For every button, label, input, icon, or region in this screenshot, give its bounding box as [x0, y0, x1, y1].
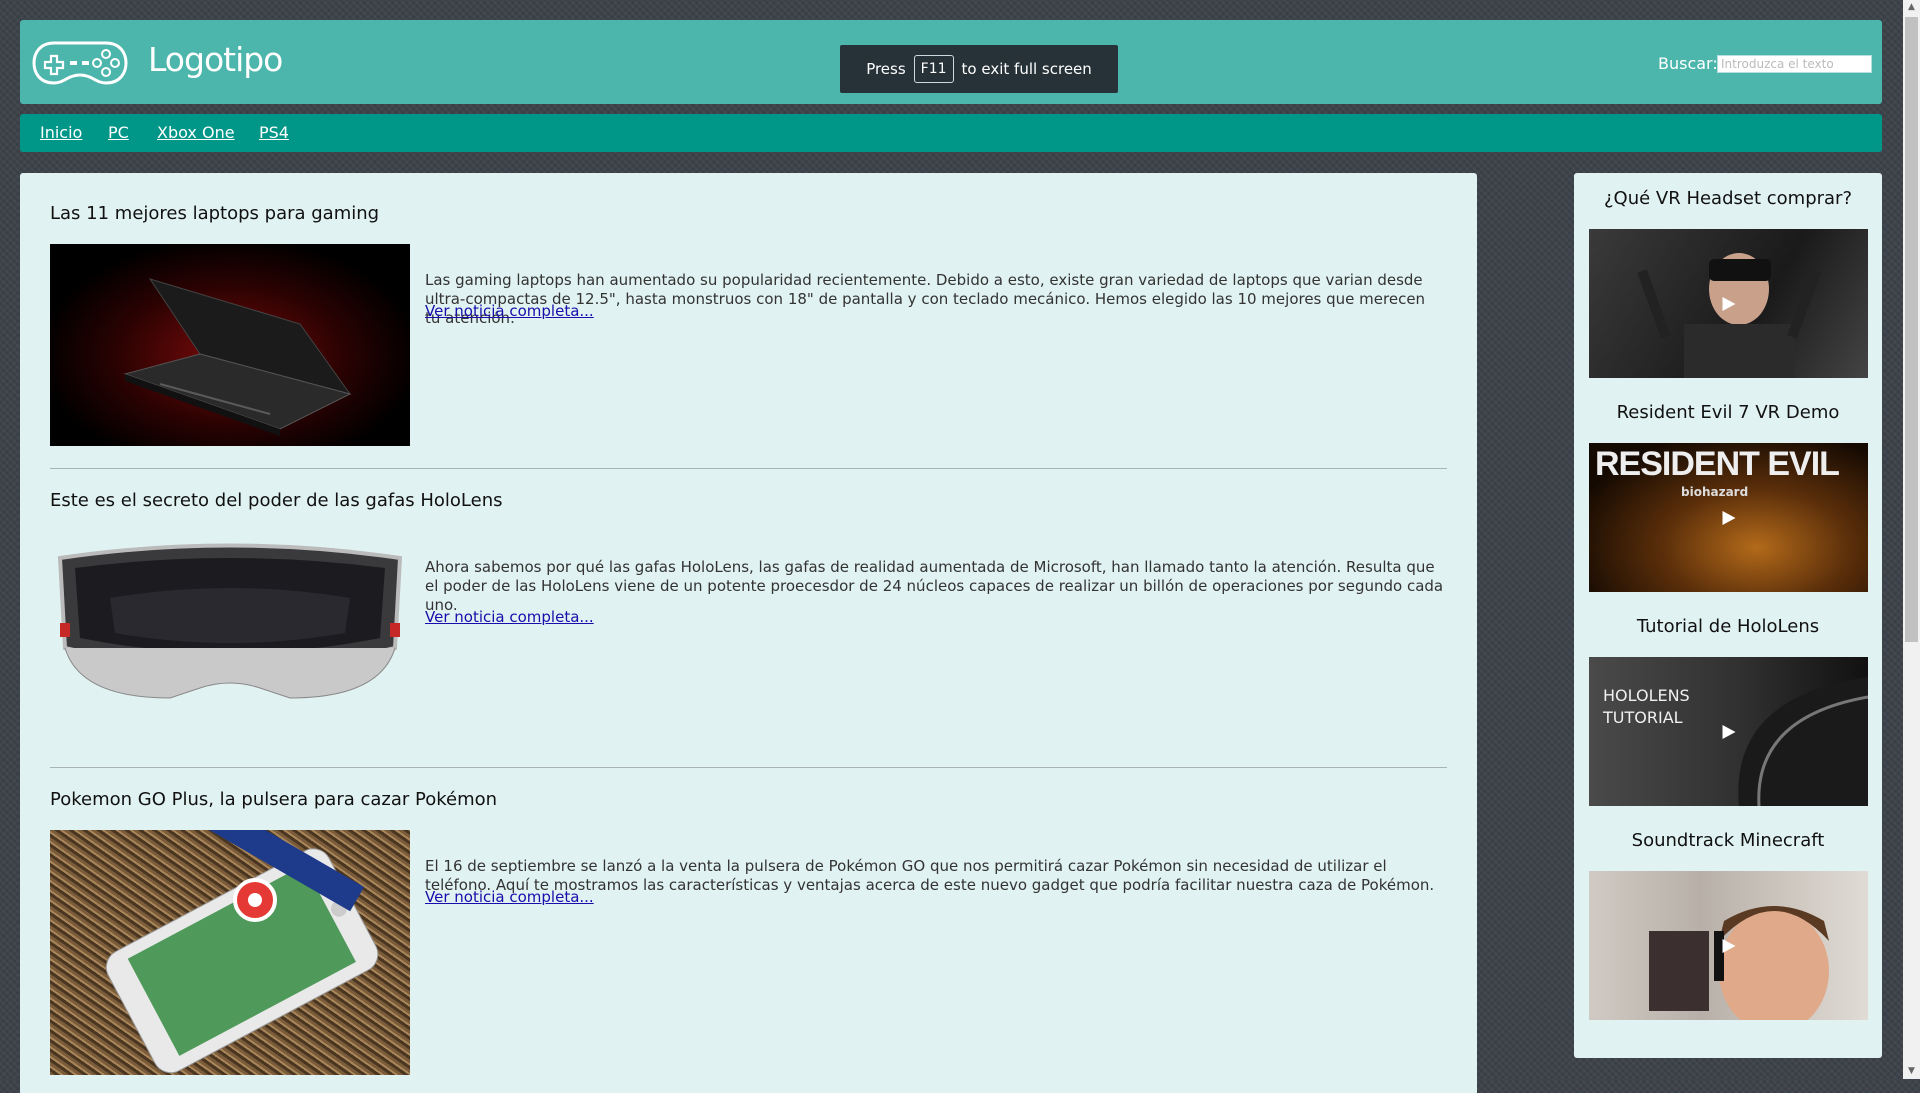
thumb-text: HOLOLENS — [1603, 686, 1690, 705]
fullscreen-notice: Press F11 to exit full screen — [840, 45, 1118, 93]
thumb-subtext: TUTORIAL — [1603, 708, 1683, 727]
fullscreen-notice-key: F11 — [913, 55, 954, 83]
laptop-image[interactable] — [50, 244, 410, 446]
site-header: Logotipo Press F11 to exit full screen B… — [20, 20, 1882, 104]
search-label: Buscar: — [1658, 54, 1718, 73]
article-title[interactable]: Pokemon GO Plus, la pulsera para cazar P… — [50, 789, 497, 810]
article-title[interactable]: Este es el secreto del poder de las gafa… — [50, 490, 503, 511]
thumb-subtext: biohazard — [1681, 485, 1749, 499]
read-more-link[interactable]: Ver noticia completa... — [425, 302, 594, 320]
play-icon[interactable] — [1722, 938, 1735, 953]
nav-link-xbox-one[interactable]: Xbox One — [157, 123, 235, 142]
news-panel: Las 11 mejores laptops para gaming Las g… — [20, 173, 1477, 1093]
laptop-illustration — [123, 278, 352, 436]
main-nav: Inicio PC Xbox One PS4 — [20, 114, 1882, 152]
logo-text[interactable]: Logotipo — [148, 40, 283, 79]
gamepad-logo-icon[interactable] — [32, 40, 128, 86]
article-divider — [50, 468, 1447, 469]
video-sidebar: ¿Qué VR Headset comprar? Resident Evil 7… — [1574, 173, 1882, 1058]
article-divider — [50, 767, 1447, 768]
article-title[interactable]: Las 11 mejores laptops para gaming — [50, 203, 379, 224]
video-player[interactable]: RESIDENT EVIL biohazard — [1589, 443, 1868, 592]
video-player[interactable] — [1589, 871, 1868, 1020]
fullscreen-notice-prefix: Press — [866, 60, 906, 78]
search-input[interactable] — [1717, 55, 1872, 73]
fullscreen-notice-suffix: to exit full screen — [961, 60, 1092, 78]
hololens-image[interactable] — [50, 538, 410, 713]
hololens-illustration — [57, 543, 403, 699]
read-more-link[interactable]: Ver noticia completa... — [425, 888, 594, 906]
video-player[interactable]: HOLOLENS TUTORIAL — [1589, 657, 1868, 806]
thumb-text: RESIDENT EVIL — [1595, 445, 1840, 483]
read-more-link[interactable]: Ver noticia completa... — [425, 608, 594, 626]
play-icon[interactable] — [1722, 296, 1735, 311]
play-icon[interactable] — [1722, 510, 1735, 525]
video-title: Tutorial de HoloLens — [1636, 616, 1820, 637]
article-text: Ahora sabemos por qué las gafas HoloLens… — [425, 558, 1444, 614]
video-title: Soundtrack Minecraft — [1631, 830, 1825, 851]
video-title: ¿Qué VR Headset comprar? — [1603, 188, 1853, 209]
nav-link-ps4[interactable]: PS4 — [259, 123, 289, 142]
video-title: Resident Evil 7 VR Demo — [1616, 402, 1840, 423]
scroll-up-icon[interactable]: ▲ — [1905, 2, 1918, 12]
nav-link-pc[interactable]: PC — [108, 123, 129, 142]
scrollbar-thumb[interactable] — [1905, 17, 1918, 642]
video-player[interactable] — [1589, 229, 1868, 378]
play-icon[interactable] — [1722, 724, 1735, 739]
pokemon-go-plus-image[interactable] — [50, 830, 410, 1075]
phone-illustration — [105, 830, 379, 1074]
nav-link-inicio[interactable]: Inicio — [40, 123, 82, 142]
scroll-down-icon[interactable]: ▼ — [1905, 1066, 1918, 1076]
